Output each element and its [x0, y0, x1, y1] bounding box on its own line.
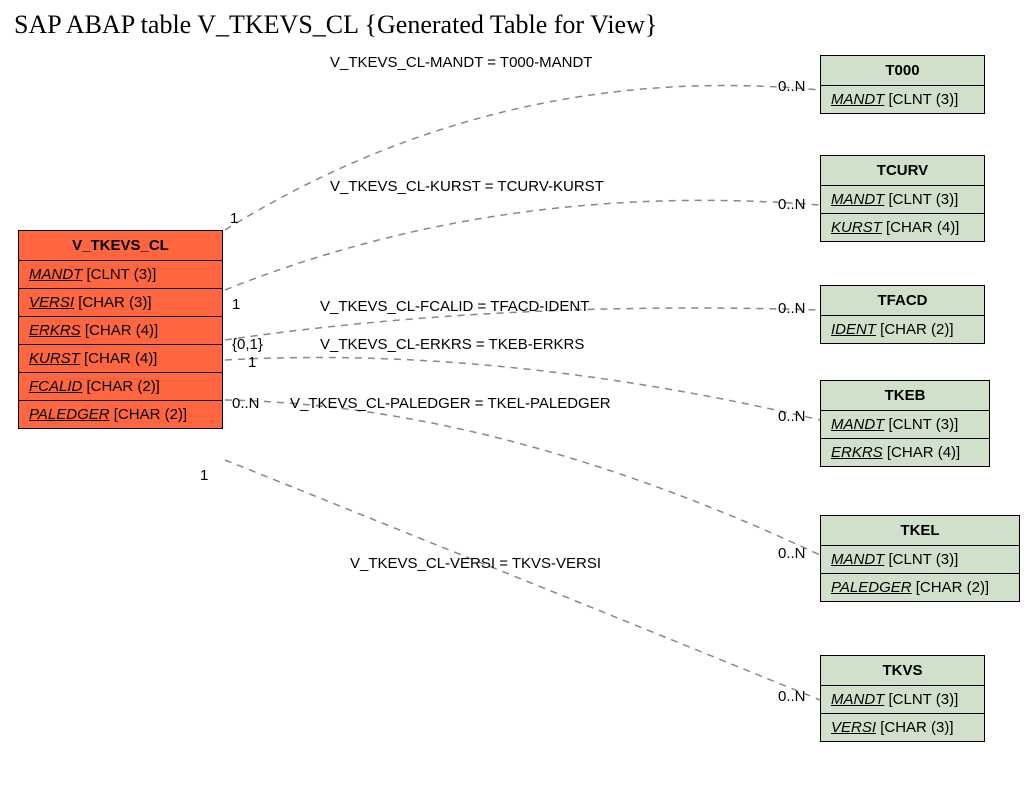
entity-field: MANDT [CLNT (3)]: [821, 411, 989, 439]
entity-field: VERSI [CHAR (3)]: [821, 714, 984, 741]
entity-header: TKEB: [821, 381, 989, 411]
entity-field: IDENT [CHAR (2)]: [821, 316, 984, 343]
entity-tfacd: TFACD IDENT [CHAR (2)]: [820, 285, 985, 344]
entity-tkel: TKEL MANDT [CLNT (3)] PALEDGER [CHAR (2)…: [820, 515, 1020, 602]
entity-field: PALEDGER [CHAR (2)]: [19, 401, 222, 428]
relation-label: V_TKEVS_CL-ERKRS = TKEB-ERKRS: [320, 336, 584, 353]
cardinality: 0..N: [778, 196, 806, 213]
entity-main: V_TKEVS_CL MANDT [CLNT (3)] VERSI [CHAR …: [18, 230, 223, 429]
entity-field: ERKRS [CHAR (4)]: [821, 439, 989, 466]
entity-header: TKVS: [821, 656, 984, 686]
relation-label: V_TKEVS_CL-PALEDGER = TKEL-PALEDGER: [290, 395, 611, 412]
entity-header: T000: [821, 56, 984, 86]
entity-field: PALEDGER [CHAR (2)]: [821, 574, 1019, 601]
entity-main-header: V_TKEVS_CL: [19, 231, 222, 261]
entity-tkeb: TKEB MANDT [CLNT (3)] ERKRS [CHAR (4)]: [820, 380, 990, 467]
entity-header: TFACD: [821, 286, 984, 316]
cardinality: 0..N: [778, 300, 806, 317]
entity-header: TKEL: [821, 516, 1019, 546]
entity-field: ERKRS [CHAR (4)]: [19, 317, 222, 345]
cardinality: 0..N: [232, 395, 260, 412]
entity-field: MANDT [CLNT (3)]: [821, 686, 984, 714]
cardinality: 0..N: [778, 545, 806, 562]
cardinality: 0..N: [778, 78, 806, 95]
relation-label: V_TKEVS_CL-MANDT = T000-MANDT: [330, 54, 592, 71]
cardinality: {0,1}: [232, 336, 263, 353]
entity-field: KURST [CHAR (4)]: [821, 214, 984, 241]
entity-field: MANDT [CLNT (3)]: [821, 186, 984, 214]
entity-field: MANDT [CLNT (3)]: [821, 86, 984, 113]
entity-field: FCALID [CHAR (2)]: [19, 373, 222, 401]
entity-field: KURST [CHAR (4)]: [19, 345, 222, 373]
cardinality: 1: [230, 210, 238, 227]
entity-tkvs: TKVS MANDT [CLNT (3)] VERSI [CHAR (3)]: [820, 655, 985, 742]
entity-field: MANDT [CLNT (3)]: [821, 546, 1019, 574]
relation-label: V_TKEVS_CL-FCALID = TFACD-IDENT: [320, 298, 589, 315]
diagram-title: SAP ABAP table V_TKEVS_CL {Generated Tab…: [14, 10, 657, 40]
entity-header: TCURV: [821, 156, 984, 186]
entity-field: MANDT [CLNT (3)]: [19, 261, 222, 289]
entity-t000: T000 MANDT [CLNT (3)]: [820, 55, 985, 114]
cardinality: 1: [232, 296, 240, 313]
relation-label: V_TKEVS_CL-VERSI = TKVS-VERSI: [350, 555, 601, 572]
relation-label: V_TKEVS_CL-KURST = TCURV-KURST: [330, 178, 604, 195]
cardinality: 0..N: [778, 688, 806, 705]
entity-tcurv: TCURV MANDT [CLNT (3)] KURST [CHAR (4)]: [820, 155, 985, 242]
entity-field: VERSI [CHAR (3)]: [19, 289, 222, 317]
cardinality: 1: [248, 354, 256, 371]
cardinality: 1: [200, 467, 208, 484]
cardinality: 0..N: [778, 408, 806, 425]
